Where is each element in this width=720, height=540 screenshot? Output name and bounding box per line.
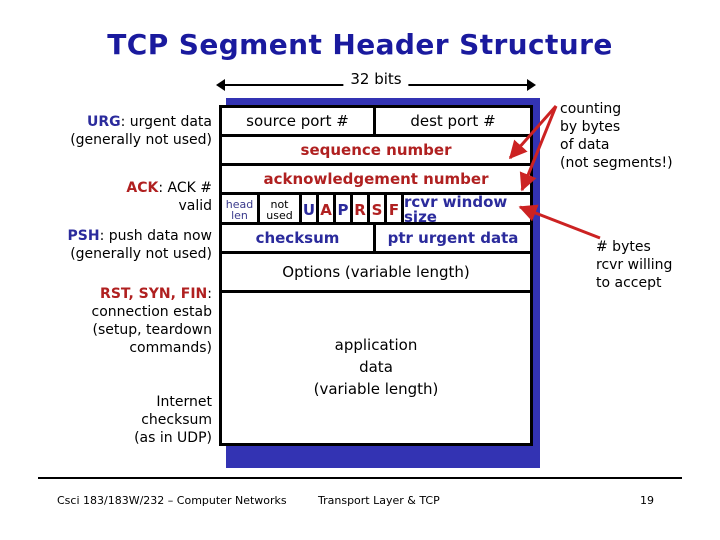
annotation-counting-line4: (not segments!) [560, 154, 673, 171]
head-len-line2: len [231, 209, 248, 222]
table-row-checksum: checksum ptr urgent data [222, 225, 530, 254]
ack-tag: ACK [126, 180, 159, 196]
cell-flag-syn: S [370, 195, 387, 225]
cell-flag-psh: P [336, 195, 353, 225]
annotation-psh-line1: PSH: push data now [6, 228, 212, 246]
not-used-line2: used [266, 209, 293, 222]
footer-course: Csci 183/183W/232 – Computer Networks [57, 494, 287, 507]
cell-flag-urg: U [302, 195, 319, 225]
cell-source-port: source port # [222, 108, 376, 134]
psh-tag: PSH [67, 228, 100, 244]
cell-sequence-number: sequence number [300, 141, 452, 159]
annotation-rcvr-line1: # bytes [596, 239, 651, 255]
annotation-rcvr-bytes: # bytes rcvr willing to accept [596, 239, 720, 293]
cell-flag-fin: F [387, 195, 404, 225]
annotation-counting-line1: counting [560, 101, 622, 117]
cell-ptr-urgent-data: ptr urgent data [387, 229, 519, 247]
annotation-icks-line2: checksum [141, 411, 212, 428]
app-data-line2: data [359, 358, 393, 377]
cell-not-used: not used [260, 195, 302, 225]
footer-topic: Transport Layer & TCP [318, 494, 440, 507]
tcp-header-table: source port # dest port # sequence numbe… [219, 105, 533, 446]
app-data-line1: application [334, 336, 418, 355]
cell-checksum: checksum [222, 225, 376, 251]
annotation-rst-syn-fin: RST, SYN, FIN: connection estab (setup, … [6, 286, 212, 358]
cell-flag-ack: A [319, 195, 336, 225]
annotation-rsf-line3: (setup, teardown [92, 321, 213, 338]
app-data-line3: (variable length) [313, 379, 439, 398]
annotation-rcvr-line3: to accept [596, 274, 662, 291]
annotation-psh: PSH: push data now (generally not used) [6, 228, 212, 264]
page-title: TCP Segment Header Structure [107, 28, 613, 61]
annotation-counting-line2: by bytes [560, 118, 621, 135]
cell-rcvr-window-size: rcvr window size [404, 195, 508, 225]
cell-options: Options (variable length) [282, 263, 470, 281]
annotation-urg-line2: (generally not used) [70, 131, 212, 148]
annotation-counting-line3: of data [560, 136, 610, 153]
annotation-rsf-line2: connection estab [91, 303, 212, 320]
arrow-right-icon [527, 79, 536, 91]
bit-width-ruler: 32 bits [216, 70, 536, 94]
ack-text: : ACK # [158, 180, 212, 196]
table-row-sequence-number: sequence number [222, 137, 530, 166]
annotation-urg: URG: urgent data (generally not used) [6, 114, 212, 150]
annotation-internet-checksum: Internet checksum (as in UDP) [6, 394, 212, 448]
footer-page-number: 19 [640, 494, 654, 507]
table-row-options: Options (variable length) [222, 254, 530, 293]
cell-dest-port: dest port # [410, 112, 496, 130]
annotation-rcvr-line2: rcvr willing [596, 256, 673, 273]
annotation-ack-line2: valid [178, 197, 212, 214]
rsf-tag: RST, SYN, FIN [100, 286, 208, 302]
table-row-application-data: application data (variable length) [222, 293, 530, 443]
annotation-rsf-line1: RST, SYN, FIN: [6, 286, 212, 304]
annotation-ack-line1: ACK: ACK # [6, 180, 212, 198]
cell-flag-rst: R [353, 195, 370, 225]
rsf-colon: : [207, 286, 212, 302]
annotation-psh-line2: (generally not used) [70, 245, 212, 262]
annotation-urg-line1: URG: urgent data [6, 114, 212, 132]
annotation-counting-by-bytes: counting by bytes of data (not segments!… [560, 101, 718, 173]
cell-application-data: application data (variable length) [222, 293, 530, 443]
table-row-ports: source port # dest port # [222, 108, 530, 137]
annotation-rsf-line4: commands) [129, 339, 212, 356]
table-row-ack-number: acknowledgement number [222, 166, 530, 195]
urg-tag: URG [86, 114, 121, 130]
arrow-left-icon [216, 79, 225, 91]
annotation-icks-line1: Internet [156, 394, 212, 410]
cell-head-len: head len [222, 195, 260, 225]
annotation-ack: ACK: ACK # valid [6, 180, 212, 216]
psh-text: : push data now [99, 228, 212, 244]
urg-text: : urgent data [120, 114, 212, 130]
table-row-flags: head len not used U A P R S F rcvr windo… [222, 195, 530, 225]
cell-acknowledgement-number: acknowledgement number [263, 170, 489, 188]
annotation-icks-line3: (as in UDP) [134, 429, 212, 446]
ruler-label: 32 bits [343, 70, 409, 88]
footer-divider [38, 477, 682, 479]
